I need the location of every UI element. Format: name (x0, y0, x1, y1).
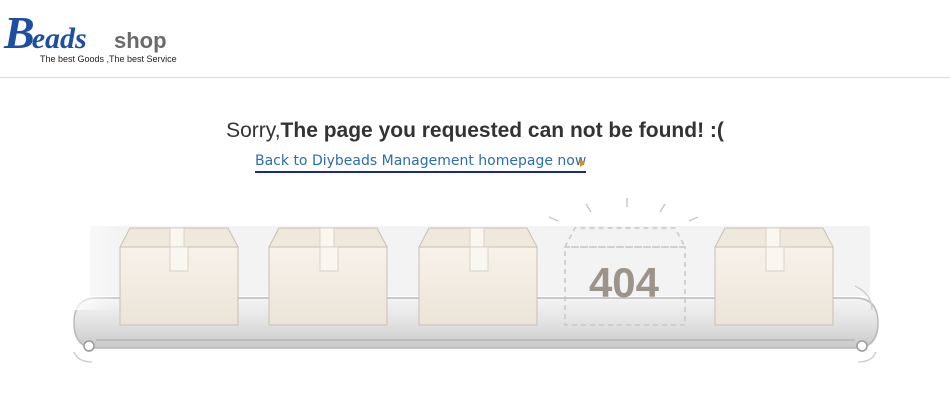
box-icon (714, 227, 834, 326)
logo-letters-eads: eads (31, 22, 87, 55)
conveyor-svg: 404 (60, 198, 879, 363)
roller-left-icon (83, 340, 95, 352)
burst-line-icon (585, 203, 592, 213)
logo-tagline: The best Goods ,The best Service (40, 54, 177, 64)
box-icon (418, 227, 538, 326)
error-message: Sorry,The page you requested can not be … (0, 119, 950, 143)
site-logo[interactable]: Beads shop The best Goods ,The best Serv… (4, 6, 194, 68)
caret-right-icon (580, 159, 585, 167)
box-icon (119, 227, 239, 326)
burst-line-icon (548, 216, 559, 222)
box-icon (268, 227, 388, 326)
error-message-prefix: Sorry, (226, 119, 281, 142)
burst-line-icon (659, 203, 666, 213)
roller-right-icon (856, 340, 868, 352)
page-header: Beads shop The best Goods ,The best Serv… (0, 0, 950, 78)
logo-letter-b: B (4, 7, 35, 58)
error-message-text: The page you requested can not be found!… (280, 119, 724, 142)
error-code: 404 (589, 259, 660, 306)
back-to-homepage-link[interactable]: Back to Diybeads Management homepage now (255, 153, 587, 173)
fade-left (60, 220, 120, 310)
burst-line-icon (688, 216, 699, 222)
logo-shop-text: shop (114, 28, 167, 53)
conveyor-illustration: 404 (0, 190, 950, 400)
logo-wordmark: Beads (4, 6, 87, 59)
